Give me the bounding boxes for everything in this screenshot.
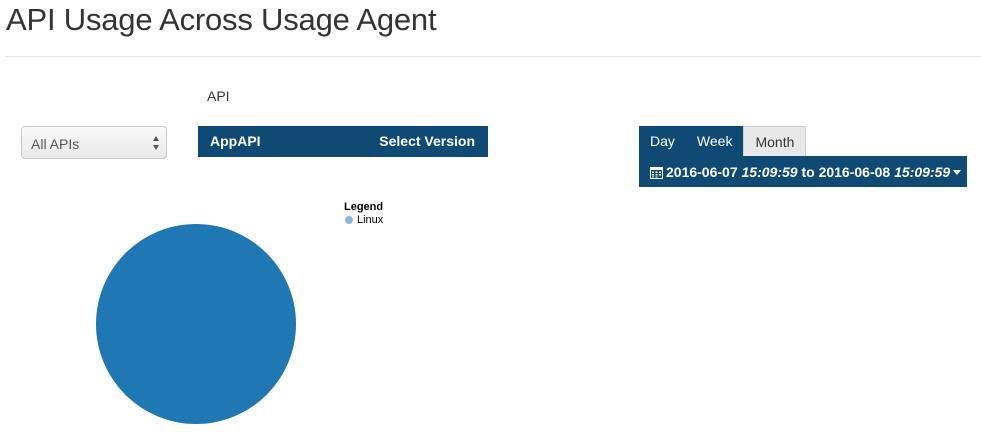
pie-chart [90, 218, 302, 435]
chart-legend: Legend Linux [344, 201, 383, 226]
to-word: to [801, 164, 815, 180]
from-date: 2016-06-07 [666, 164, 738, 180]
tab-month[interactable]: Month [743, 126, 807, 156]
to-date: 2016-06-08 [818, 164, 891, 180]
date-range-picker[interactable]: 2016-06-07 15:09:59 to 2016-06-08 15:09:… [639, 156, 967, 187]
from-time: 15:09:59 [741, 164, 798, 180]
legend-swatch [345, 216, 353, 224]
legend-label: Linux [357, 214, 384, 226]
legend-title: Legend [344, 201, 384, 213]
pie-slice-linux[interactable] [96, 224, 296, 424]
tab-week[interactable]: Week [685, 126, 744, 156]
api-select-value: All APIs [31, 136, 80, 152]
pie-svg [96, 224, 296, 424]
to-time: 15:09:59 [894, 164, 951, 180]
select-arrows-icon [153, 136, 159, 150]
caret-down-icon [953, 170, 962, 175]
api-select[interactable]: All APIs [21, 126, 167, 159]
legend-item: Linux [344, 214, 383, 226]
calendar-icon [650, 167, 663, 179]
tab-day[interactable]: Day [639, 126, 686, 156]
api-version-bar: AppAPI Select Version [198, 126, 488, 157]
api-label: API [207, 88, 230, 104]
range-tabs: Day Week Month [639, 126, 807, 156]
api-name-button[interactable]: AppAPI [210, 133, 261, 149]
page-title: API Usage Across Usage Agent [6, 2, 437, 37]
select-version-button[interactable]: Select Version [379, 133, 475, 149]
title-divider [6, 56, 981, 57]
